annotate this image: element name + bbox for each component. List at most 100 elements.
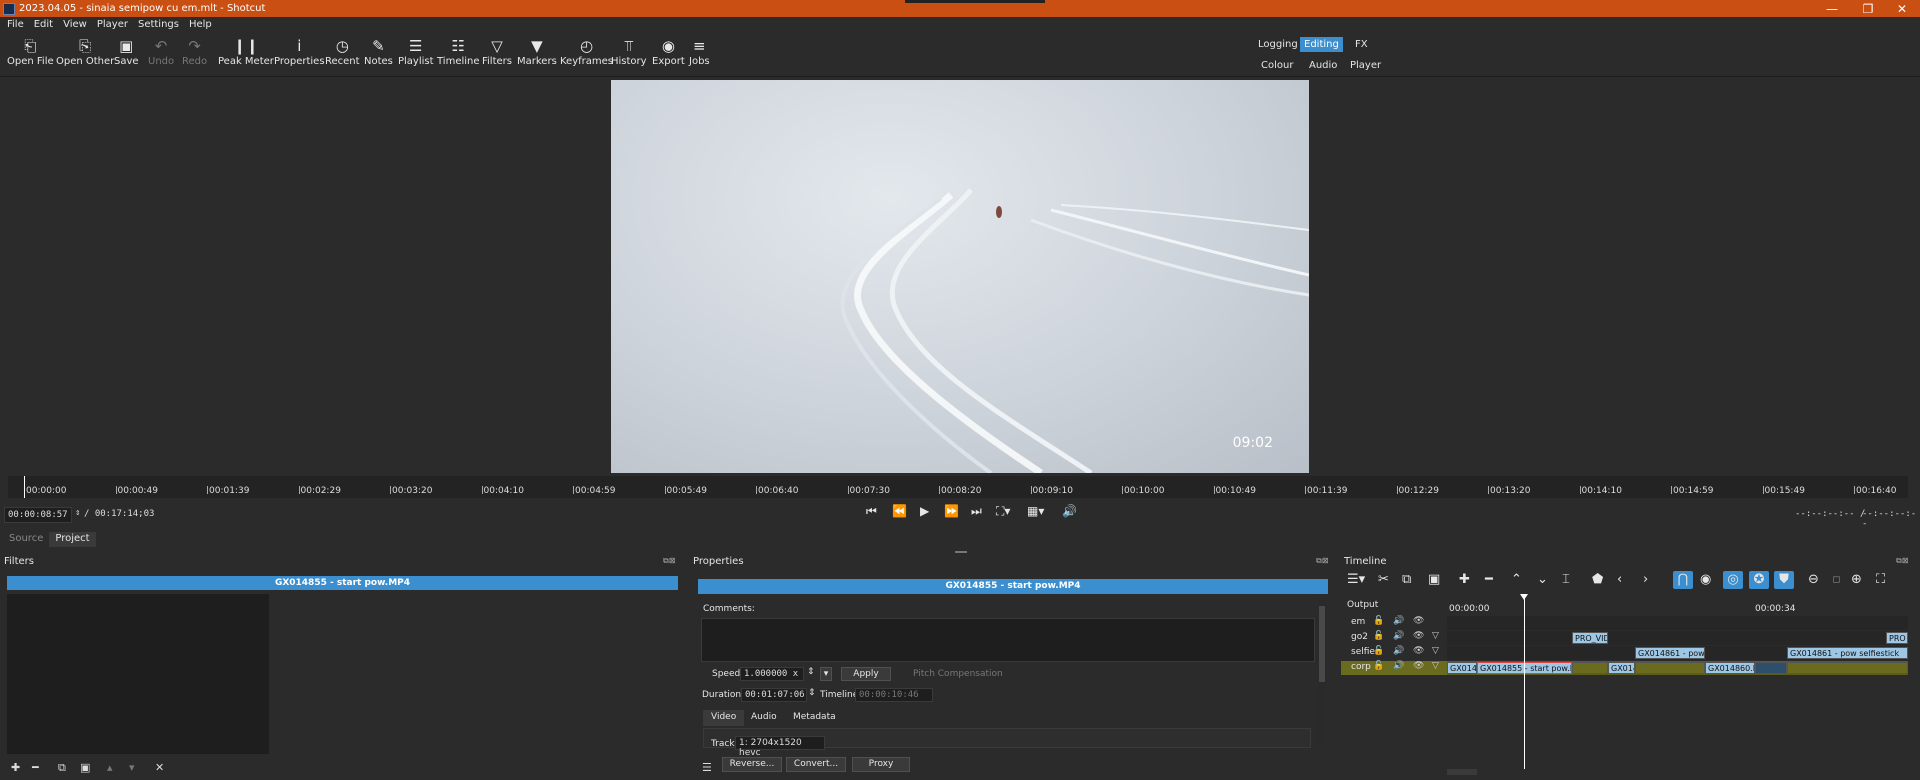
move-down-icon[interactable]: ▾ [129, 761, 135, 774]
menu-file[interactable]: File [7, 19, 24, 30]
mute-icon[interactable]: 🔊 [1393, 631, 1404, 641]
next-marker-icon[interactable]: › [1643, 572, 1648, 587]
track-filter-icon[interactable]: ▽ [1432, 631, 1439, 641]
tab-video[interactable]: Video [703, 710, 745, 726]
eye-icon[interactable]: 👁 [1413, 661, 1424, 671]
previous-marker-icon[interactable]: ‹ [1617, 572, 1622, 587]
menu-view[interactable]: View [63, 19, 87, 30]
timeline-scrollbar[interactable] [1447, 769, 1477, 775]
duration-spinner-icon[interactable]: ⇕ [808, 688, 816, 698]
clip-corp-f[interactable] [1787, 662, 1908, 674]
paste-filter-icon[interactable]: ▣ [80, 761, 90, 774]
layout-colour[interactable]: Colour [1257, 58, 1297, 73]
mute-icon[interactable]: 🔊 [1393, 616, 1404, 626]
eye-icon[interactable]: 👁 [1413, 616, 1424, 626]
filters-float-icon[interactable]: ⧉⊠ [663, 556, 675, 566]
reverse-button[interactable]: Reverse... [722, 757, 782, 772]
timeline-button[interactable]: ☷ Timeline [437, 36, 480, 67]
paste-icon[interactable]: ▣ [1428, 572, 1440, 587]
pitch-compensation-checkbox[interactable]: Pitch Compensation [913, 669, 1003, 679]
layout-logging[interactable]: Logging [1254, 37, 1302, 52]
maximize-button[interactable]: ❐ [1850, 0, 1886, 17]
timeline-playhead-handle[interactable] [1520, 594, 1528, 600]
current-timecode[interactable]: 00:00:08:57 [4, 507, 72, 523]
ripple-icon[interactable]: ◎ [1723, 571, 1743, 589]
play-icon[interactable]: ▶ [920, 504, 929, 518]
clip-corp-c[interactable]: GX014 [1608, 662, 1635, 674]
zoom-fit-icon[interactable]: ⛶▾ [996, 504, 1010, 519]
track-filter-icon[interactable]: ▽ [1432, 661, 1439, 671]
append-icon[interactable]: ✚ [1459, 572, 1470, 587]
layout-audio[interactable]: Audio [1305, 58, 1341, 73]
comments-textarea[interactable] [701, 618, 1315, 662]
rewind-icon[interactable]: ⏪ [892, 504, 907, 518]
timecode-spinner-icon[interactable]: ⇕ [75, 508, 80, 518]
export-button[interactable]: ◉ Export [652, 36, 685, 67]
recent-button[interactable]: ◷ Recent [325, 36, 360, 67]
zoom-in-icon[interactable]: ⊕ [1851, 572, 1862, 587]
deselect-filter-icon[interactable]: ✕ [155, 761, 164, 774]
menu-help[interactable]: Help [189, 19, 212, 30]
track-header-selfie[interactable]: selfie 🔓 🔊 👁 ▽ [1341, 646, 1447, 660]
save-button[interactable]: ▣ Save [114, 36, 139, 67]
ripple-all-icon[interactable]: ✪ [1749, 571, 1769, 589]
scrub-icon[interactable]: ◉ [1700, 572, 1711, 587]
ripple-delete-icon[interactable]: ━ [1485, 572, 1493, 587]
history-button[interactable]: ⫪ History [611, 36, 647, 67]
skip-previous-icon[interactable]: ⏮ [866, 504, 877, 519]
timeline-menu-icon[interactable]: ☰▾ [1347, 572, 1365, 587]
cut-icon[interactable]: ✂ [1378, 572, 1389, 587]
track-filter-icon[interactable]: ▽ [1432, 646, 1439, 656]
video-preview[interactable]: 09:02 [611, 80, 1309, 473]
skip-next-icon[interactable]: ⏭ [971, 504, 982, 519]
tab-project[interactable]: Project [49, 532, 96, 547]
tab-audio[interactable]: Audio [743, 710, 785, 726]
copy-filter-icon[interactable]: ⧉ [58, 761, 66, 775]
split-icon[interactable]: ⌶ [1562, 572, 1570, 587]
timeline-playhead[interactable] [1524, 594, 1525, 769]
markers-button[interactable]: ▼ Markers [517, 36, 557, 67]
layout-editing[interactable]: Editing [1300, 37, 1343, 52]
duration-input[interactable]: 00:01:07:06 [741, 688, 807, 702]
ripple-markers-icon[interactable]: ⛊ [1774, 571, 1794, 589]
clip-selfie-b[interactable]: GX014861 - pow selfiestick [1787, 647, 1908, 659]
menu-player[interactable]: Player [97, 19, 128, 30]
undo-button[interactable]: ↶ Undo [148, 36, 174, 67]
player-playhead[interactable] [24, 476, 25, 498]
properties-scrollbar[interactable] [1318, 598, 1326, 750]
eye-icon[interactable]: 👁 [1413, 646, 1424, 656]
peak-meter-button[interactable]: ❙❙ Peak Meter [218, 36, 274, 67]
filters-list[interactable] [7, 594, 269, 754]
zoom-slider-handle[interactable]: ▫ [1832, 572, 1841, 587]
grid-icon[interactable]: ▦▾ [1027, 504, 1044, 518]
clip-corp-e[interactable] [1755, 662, 1787, 674]
speed-input[interactable]: 1.000000 x [740, 667, 804, 681]
clip-corp-gap-a[interactable] [1572, 662, 1608, 674]
convert-button[interactable]: Convert... [786, 757, 846, 772]
splitter-handle[interactable] [955, 551, 967, 553]
overwrite-icon[interactable]: ⌄ [1537, 572, 1548, 587]
add-filter-icon[interactable]: ✚ [11, 761, 20, 774]
lock-icon[interactable]: 🔓 [1373, 631, 1384, 641]
move-up-icon[interactable]: ▴ [107, 761, 113, 774]
proxy-button[interactable]: Proxy [852, 757, 910, 772]
zoom-out-icon[interactable]: ⊖ [1808, 572, 1819, 587]
properties-float-icon[interactable]: ⧉⊠ [1316, 556, 1328, 566]
layout-player[interactable]: Player [1346, 58, 1385, 73]
eye-icon[interactable]: 👁 [1413, 631, 1424, 641]
tab-metadata[interactable]: Metadata [785, 710, 844, 726]
fast-forward-icon[interactable]: ⏩ [944, 504, 959, 518]
clip-go2-pro-vid[interactable]: PRO_VID [1572, 632, 1608, 644]
properties-menu-icon[interactable]: ☰ [702, 761, 712, 774]
filters-button[interactable]: ▽ Filters [482, 36, 512, 67]
player-scrubber[interactable]: 00:00:00 00:00:49 00:01:39 00:02:29 00:03:20… [8, 476, 1908, 498]
track-header-go2[interactable]: go2 🔓 🔊 👁 ▽ [1341, 631, 1447, 645]
redo-button[interactable]: ↷ Redo [182, 36, 207, 67]
tab-source[interactable]: Source [3, 532, 49, 547]
close-button[interactable]: ✕ [1884, 0, 1920, 17]
track-header-corp[interactable]: corp 🔓 🔊 👁 ▽ [1341, 661, 1447, 675]
clip-corp-gap-b[interactable] [1635, 662, 1705, 674]
track-select[interactable]: 1: 2704x1520 hevc [735, 736, 825, 758]
open-file-button[interactable]: ⎗ Open File [7, 36, 54, 67]
volume-icon[interactable]: 🔊 [1062, 504, 1077, 518]
